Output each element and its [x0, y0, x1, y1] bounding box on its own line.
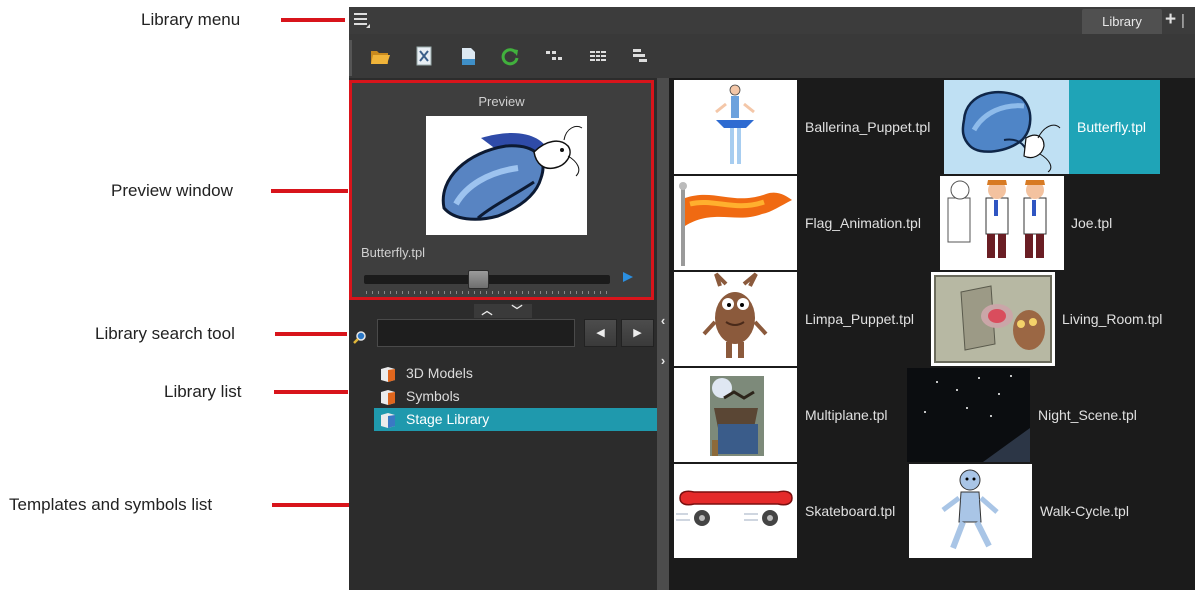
template-thumbnail	[674, 176, 797, 270]
library-item-label: 3D Models	[406, 365, 473, 381]
template-thumbnail	[907, 368, 1030, 462]
preview-image	[426, 116, 587, 235]
plus-icon[interactable]: +	[1165, 9, 1176, 31]
template-item-butterfly[interactable]: Butterfly.tpl	[944, 80, 1160, 174]
library-folder-icon	[381, 390, 395, 405]
thumbnails-icon[interactable]	[543, 45, 565, 67]
new-symbol-icon[interactable]	[457, 45, 479, 67]
library-folder-icon	[381, 367, 395, 382]
template-name: Ballerina_Puppet.tpl	[805, 119, 931, 135]
library-search-input[interactable]	[377, 319, 575, 347]
collapse-down-icon[interactable]: ﹀	[508, 304, 526, 318]
preview-collapse-bar: ︿ ﹀	[474, 304, 532, 318]
template-item-walk-cycle[interactable]: Walk-Cycle.tpl	[909, 464, 1159, 558]
template-thumbnail	[909, 464, 1032, 558]
view-title-bar: Library + |✕	[349, 7, 1195, 49]
search-prev-button[interactable]: ◀	[584, 319, 617, 347]
template-name: Night_Scene.tpl	[1038, 407, 1137, 423]
tab-library[interactable]: Library	[1082, 9, 1162, 34]
search-icon	[353, 331, 366, 344]
open-library-icon[interactable]	[369, 45, 391, 67]
template-thumbnail	[674, 272, 797, 366]
library-list: 3D Models Symbols Stage Library	[374, 362, 657, 431]
template-item-flag-animation[interactable]: Flag_Animation.tpl	[674, 176, 936, 270]
library-view: Library + |✕	[349, 7, 1195, 590]
callout-templates-list: Templates and symbols list	[9, 495, 213, 514]
library-menu-icon[interactable]	[354, 10, 370, 28]
template-thumbnail	[944, 80, 1069, 174]
templates-list: Ballerina_Puppet.tpl Butterfly.tpl Flag_…	[669, 78, 1195, 590]
template-thumbnail	[674, 80, 797, 174]
library-item-label: Stage Library	[406, 411, 490, 427]
template-name: Joe.tpl	[1071, 215, 1113, 231]
template-thumbnail	[674, 368, 797, 462]
library-toolbar	[349, 34, 1195, 78]
refresh-icon[interactable]	[499, 45, 521, 67]
template-name: Skateboard.tpl	[805, 503, 896, 519]
template-thumbnail	[674, 464, 797, 558]
library-item-label: Symbols	[406, 388, 460, 404]
template-name: Flag_Animation.tpl	[805, 215, 921, 231]
slider-thumb[interactable]	[468, 270, 489, 289]
template-item-multiplane[interactable]: Multiplane.tpl	[674, 368, 904, 462]
callout-line-library-list	[274, 390, 348, 394]
toolbar-handle[interactable]	[349, 40, 352, 76]
template-name: Living_Room.tpl	[1062, 311, 1163, 327]
library-folder-icon	[381, 413, 395, 428]
new-folder-icon[interactable]	[413, 45, 435, 67]
callout-preview-window: Preview window	[111, 181, 233, 200]
chevron-left-icon[interactable]: ‹	[657, 314, 669, 328]
template-name: Multiplane.tpl	[805, 407, 888, 423]
library-item-3d-models[interactable]: 3D Models	[374, 362, 657, 385]
chevron-right-icon[interactable]: ›	[657, 354, 669, 368]
collapse-up-icon[interactable]: ︿	[478, 304, 496, 318]
preview-window: Preview Butterfly.tpl	[349, 80, 654, 300]
template-item-limpa-puppet[interactable]: Limpa_Puppet.tpl	[674, 272, 929, 366]
library-left-pane: Preview Butterfly.tpl ︿ ﹀ ◀ ▶ 3D Models …	[349, 78, 657, 590]
callout-search-tool: Library search tool	[95, 324, 235, 343]
template-thumbnail	[931, 272, 1055, 366]
template-item-joe[interactable]: Joe.tpl	[940, 176, 1120, 270]
template-item-living-room[interactable]: Living_Room.tpl	[931, 272, 1193, 366]
callout-line-preview-window	[271, 189, 348, 193]
template-item-night-scene[interactable]: Night_Scene.tpl	[907, 368, 1177, 462]
pane-splitter[interactable]: ‹ ›	[657, 78, 669, 590]
template-thumbnail	[940, 176, 1064, 270]
search-next-button[interactable]: ▶	[621, 319, 654, 347]
library-item-symbols[interactable]: Symbols	[374, 385, 657, 408]
slider-ticks	[366, 291, 610, 294]
preview-title: Preview	[478, 94, 525, 109]
template-item-ballerina-puppet[interactable]: Ballerina_Puppet.tpl	[674, 80, 939, 174]
preview-frame-slider[interactable]	[364, 270, 610, 289]
list-view-icon[interactable]	[587, 45, 609, 67]
callout-line-search-tool	[275, 332, 347, 336]
template-name: Butterfly.tpl	[1077, 119, 1146, 135]
template-item-skateboard[interactable]: Skateboard.tpl	[674, 464, 906, 558]
library-item-stage-library[interactable]: Stage Library	[374, 408, 657, 431]
template-name: Limpa_Puppet.tpl	[805, 311, 914, 327]
details-icon[interactable]	[629, 45, 651, 67]
callout-library-list: Library list	[164, 382, 242, 401]
callout-library-menu: Library menu	[141, 10, 241, 29]
preview-selected-name: Butterfly.tpl	[361, 245, 426, 260]
template-name: Walk-Cycle.tpl	[1040, 503, 1129, 519]
callout-line-library-menu	[281, 18, 345, 22]
play-icon[interactable]	[623, 272, 633, 282]
